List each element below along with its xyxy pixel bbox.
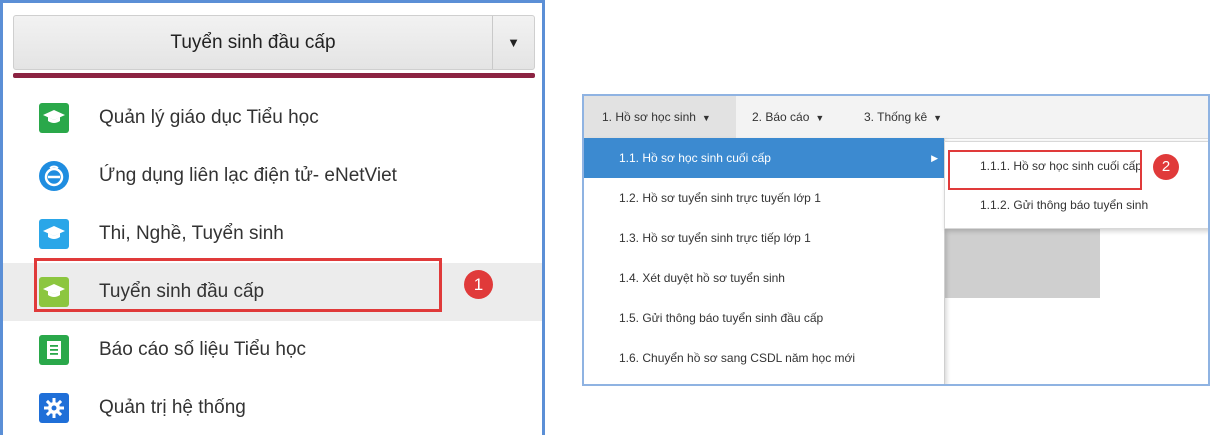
background-content-block: [944, 228, 1100, 298]
module-item-label: Quản trị hệ thống: [99, 397, 246, 418]
gear-icon: [39, 393, 69, 423]
submenu-item-label: 1.3. Hồ sơ tuyển sinh trực tiếp lớp 1: [619, 231, 811, 245]
menubar-item-thong-ke[interactable]: 3. Thống kê ▼: [864, 96, 942, 138]
submenu-item-1-6[interactable]: 1.6. Chuyển hồ sơ sang CSDL năm học mới: [584, 338, 944, 378]
module-item-thi-nghe-tuyen-sinh[interactable]: Thi, Nghề, Tuyển sinh: [3, 205, 542, 263]
step-badge-1: 1: [464, 270, 493, 299]
module-item-quan-tri-he-thong[interactable]: Quản trị hệ thống: [3, 379, 542, 437]
submenu-item-1-3[interactable]: 1.3. Hồ sơ tuyển sinh trực tiếp lớp 1: [584, 218, 944, 258]
submenu-item-label: 1.6. Chuyển hồ sơ sang CSDL năm học mới: [619, 351, 856, 365]
submenu-item-label: 1.1. Hồ sơ học sinh cuối cấp: [619, 151, 771, 165]
submenu2-item-label: 1.1.2. Gửi thông báo tuyển sinh: [980, 198, 1149, 212]
enetviet-icon: [39, 161, 69, 191]
menu-screenshot-panel: 1. Hồ sơ học sinh ▼ 2. Báo cáo ▼ 3. Thống …: [582, 94, 1210, 386]
top-menubar: 1. Hồ sơ học sinh ▼ 2. Báo cáo ▼ 3. Thống …: [584, 96, 1208, 139]
submenu-ho-so-hoc-sinh: 1.1. Hồ sơ học sinh cuối cấp ▶ 1.2. Hồ s…: [584, 138, 945, 384]
submenu-item-1-1[interactable]: 1.1. Hồ sơ học sinh cuối cấp ▶: [584, 138, 944, 178]
module-item-quan-ly-giao-duc[interactable]: Quản lý giáo dục Tiểu học: [3, 89, 542, 147]
module-item-bao-cao-so-lieu[interactable]: Báo cáo số liệu Tiểu học: [3, 321, 542, 379]
submenu-item-label: 1.4. Xét duyệt hồ sơ tuyển sinh: [619, 271, 785, 285]
menubar-item-bao-cao[interactable]: 2. Báo cáo ▼: [752, 96, 824, 138]
module-item-label: Thi, Nghề, Tuyển sinh: [99, 223, 284, 244]
module-item-label: Báo cáo số liệu Tiểu học: [99, 339, 307, 360]
submenu-item-1-2[interactable]: 1.2. Hồ sơ tuyển sinh trực tuyến lớp 1: [584, 178, 944, 218]
highlight-box-step-2: [948, 150, 1142, 190]
highlight-box-step-1: [34, 258, 442, 312]
submenu-item-label: 1.5. Gửi thông báo tuyển sinh đầu cấp: [619, 311, 824, 325]
module-dropdown[interactable]: Tuyển sinh đầu cấp ▼: [13, 15, 535, 70]
document-icon: [39, 335, 69, 365]
graduation-cap-icon: [39, 103, 69, 133]
dropdown-accent-bar: [13, 73, 535, 78]
module-item-label: Ứng dụng liên lạc điện tử- eNetViet: [99, 165, 397, 186]
caret-down-icon: ▼: [933, 113, 943, 123]
module-item-label: Quản lý giáo dục Tiểu học: [99, 107, 319, 128]
module-item-enetviet[interactable]: Ứng dụng liên lạc điện tử- eNetViet: [3, 147, 542, 205]
caret-right-icon: ▶: [931, 153, 938, 163]
menubar-item-label: 1. Hồ sơ học sinh: [602, 110, 696, 124]
submenu-item-1-5[interactable]: 1.5. Gửi thông báo tuyển sinh đầu cấp: [584, 298, 944, 338]
module-dropdown-label: Tuyển sinh đầu cấp: [170, 32, 336, 53]
caret-down-icon: ▼: [701, 113, 711, 123]
caret-down-icon: ▼: [815, 113, 825, 123]
menubar-item-label: 3. Thống kê: [864, 110, 928, 124]
menubar-item-label: 2. Báo cáo: [752, 110, 810, 124]
chevron-down-icon[interactable]: ▼: [493, 16, 534, 69]
submenu-item-1-4[interactable]: 1.4. Xét duyệt hồ sơ tuyển sinh: [584, 258, 944, 298]
submenu2-item-1-1-2[interactable]: 1.1.2. Gửi thông báo tuyển sinh: [945, 186, 1208, 224]
graduation-cap-icon: [39, 219, 69, 249]
step-badge-2: 2: [1153, 154, 1179, 180]
submenu-item-label: 1.2. Hồ sơ tuyển sinh trực tuyến lớp 1: [619, 191, 821, 205]
menubar-item-ho-so-hoc-sinh[interactable]: 1. Hồ sơ học sinh ▼: [584, 96, 736, 138]
module-menu-panel: Tuyển sinh đầu cấp ▼ Quản lý giáo dục Ti…: [0, 0, 545, 435]
